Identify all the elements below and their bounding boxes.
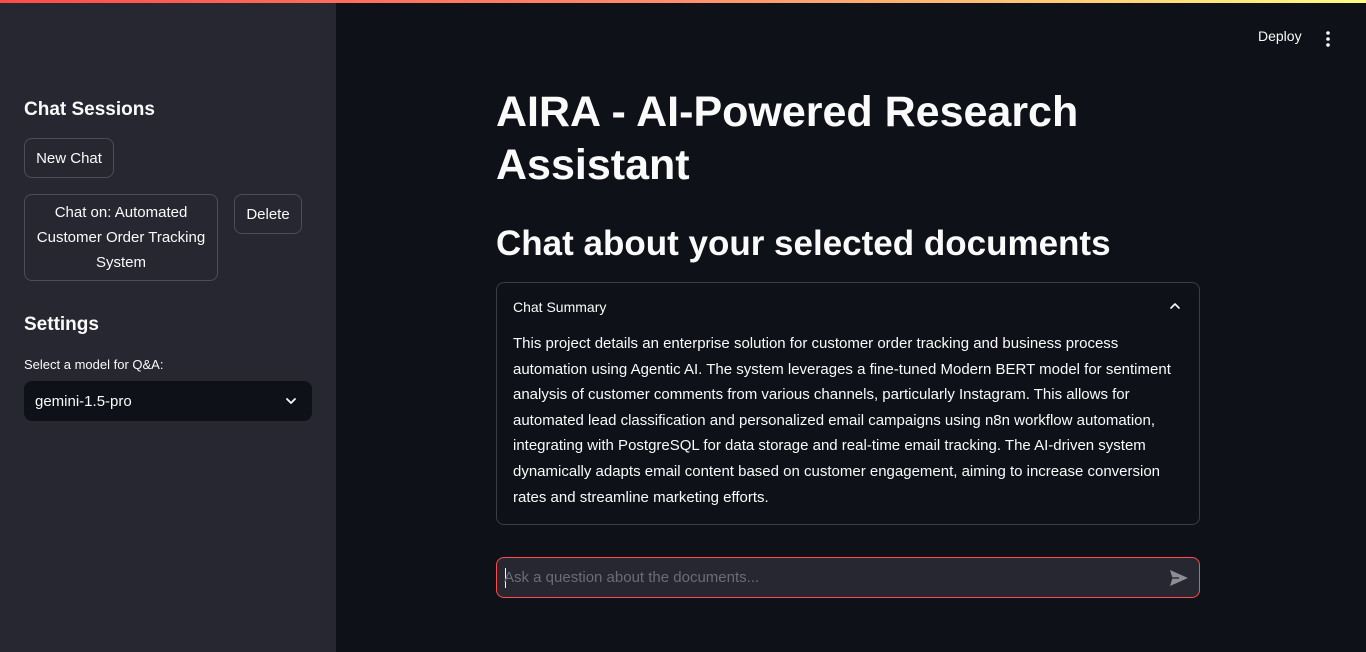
page-title: AIRA - AI-Powered Research Assistant bbox=[496, 88, 1079, 189]
deploy-button[interactable]: Deploy bbox=[1258, 28, 1302, 50]
kebab-menu-icon[interactable] bbox=[1318, 28, 1338, 50]
model-select-value: gemini-1.5-pro bbox=[35, 392, 132, 410]
main-area: Deploy AIRA - AI-Powered Research Assist… bbox=[336, 0, 1366, 652]
model-select-label: Select a model for Q&A: bbox=[24, 357, 164, 372]
chat-summary-expander: Chat Summary This project details an ent… bbox=[496, 282, 1200, 525]
chat-summary-header[interactable]: Chat Summary bbox=[497, 283, 1199, 329]
chevron-down-icon bbox=[286, 398, 296, 404]
chat-sessions-heading: Chat Sessions bbox=[24, 99, 155, 120]
model-select[interactable]: gemini-1.5-pro bbox=[24, 381, 312, 421]
chat-summary-title: Chat Summary bbox=[513, 299, 607, 315]
delete-session-button[interactable]: Delete bbox=[234, 194, 302, 234]
chat-input[interactable] bbox=[504, 558, 1154, 597]
chat-session-button[interactable]: Chat on: Automated Customer Order Tracki… bbox=[24, 194, 218, 281]
new-chat-button[interactable]: New Chat bbox=[24, 138, 114, 178]
sidebar: Chat Sessions New Chat Chat on: Automate… bbox=[0, 0, 336, 652]
settings-heading: Settings bbox=[24, 314, 99, 335]
top-decoration-bar bbox=[0, 0, 1366, 3]
chat-summary-text: This project details an enterprise solut… bbox=[513, 335, 1171, 506]
page-subtitle: Chat about your selected documents bbox=[496, 224, 1111, 263]
chat-input-container bbox=[496, 557, 1200, 598]
chevron-up-icon bbox=[1170, 303, 1180, 309]
send-icon[interactable] bbox=[1168, 568, 1190, 588]
